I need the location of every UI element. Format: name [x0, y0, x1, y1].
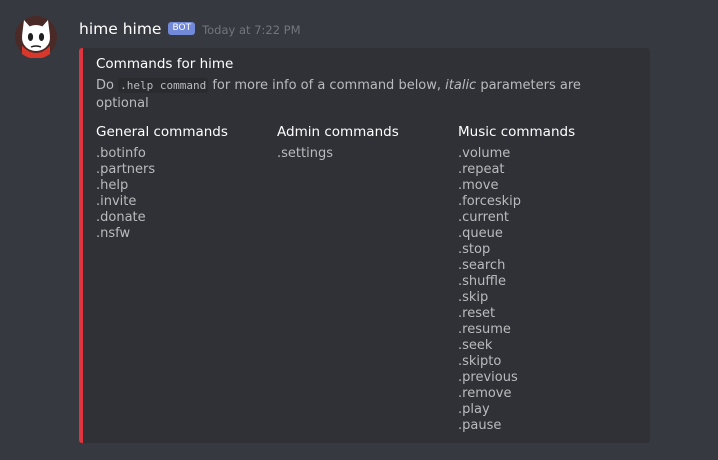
- command-item: .current: [458, 210, 510, 225]
- command-item: .pause: [458, 418, 502, 433]
- bot-tag: BOT: [168, 21, 196, 35]
- command-list: .botinfo .partners .help .invite .donate .nsf…: [96, 146, 228, 242]
- command-item: .partners: [96, 162, 156, 177]
- command-item: .help: [96, 178, 129, 193]
- field-music-commands: Music commands .volume .repeat .move .force…: [458, 123, 575, 434]
- help-command-code: .help command: [118, 78, 209, 93]
- field-title: General commands: [96, 124, 228, 140]
- field-general-commands: General commands .botinfo .partners .help.…: [96, 123, 228, 242]
- description-italic: italic: [445, 78, 477, 93]
- avatar-image: [15, 16, 57, 59]
- command-item: .volume: [458, 146, 511, 161]
- command-item: .shuffle: [458, 274, 506, 289]
- username[interactable]: hime hime: [79, 19, 161, 39]
- command-list: .volume .repeat .move .forceskip .current .qu…: [458, 146, 575, 434]
- command-item: .reset: [458, 306, 496, 321]
- field-admin-commands: Admin commands .settings: [277, 123, 399, 162]
- description-middle: for more info of a command below,: [208, 78, 446, 93]
- command-item: .move: [458, 178, 499, 193]
- description-prefix: Do: [96, 78, 119, 93]
- command-item: .invite: [96, 194, 137, 209]
- command-item: .skipto: [458, 354, 502, 369]
- command-list: .settings: [277, 146, 399, 162]
- timestamp: Today at 7:22 PM: [202, 23, 301, 37]
- command-item: .nsfw: [96, 226, 131, 241]
- command-item: .search: [458, 258, 506, 273]
- command-item: .play: [458, 402, 490, 417]
- embed: Commands for hime Do .help command for m…: [79, 48, 650, 443]
- command-item: .previous: [458, 370, 518, 385]
- command-item: .skip: [458, 290, 489, 305]
- command-item: .donate: [96, 210, 146, 225]
- message-header: hime hime BOT Today at 7:22 PM: [79, 18, 301, 40]
- command-item: .botinfo: [96, 146, 146, 161]
- command-item: .forceskip: [458, 194, 522, 209]
- command-item: .repeat: [458, 162, 505, 177]
- command-item: .resume: [458, 322, 511, 337]
- command-item: .remove: [458, 386, 512, 401]
- field-title: Admin commands: [277, 124, 399, 140]
- command-item: .settings: [277, 146, 333, 161]
- embed-description: Do .help command for more info of a comm…: [96, 77, 626, 113]
- field-title: Music commands: [458, 124, 576, 140]
- embed-title: Commands for hime: [96, 56, 234, 72]
- avatar[interactable]: [15, 16, 57, 59]
- command-item: .stop: [458, 242, 491, 257]
- command-item: .queue: [458, 226, 503, 241]
- command-item: .seek: [458, 338, 493, 353]
